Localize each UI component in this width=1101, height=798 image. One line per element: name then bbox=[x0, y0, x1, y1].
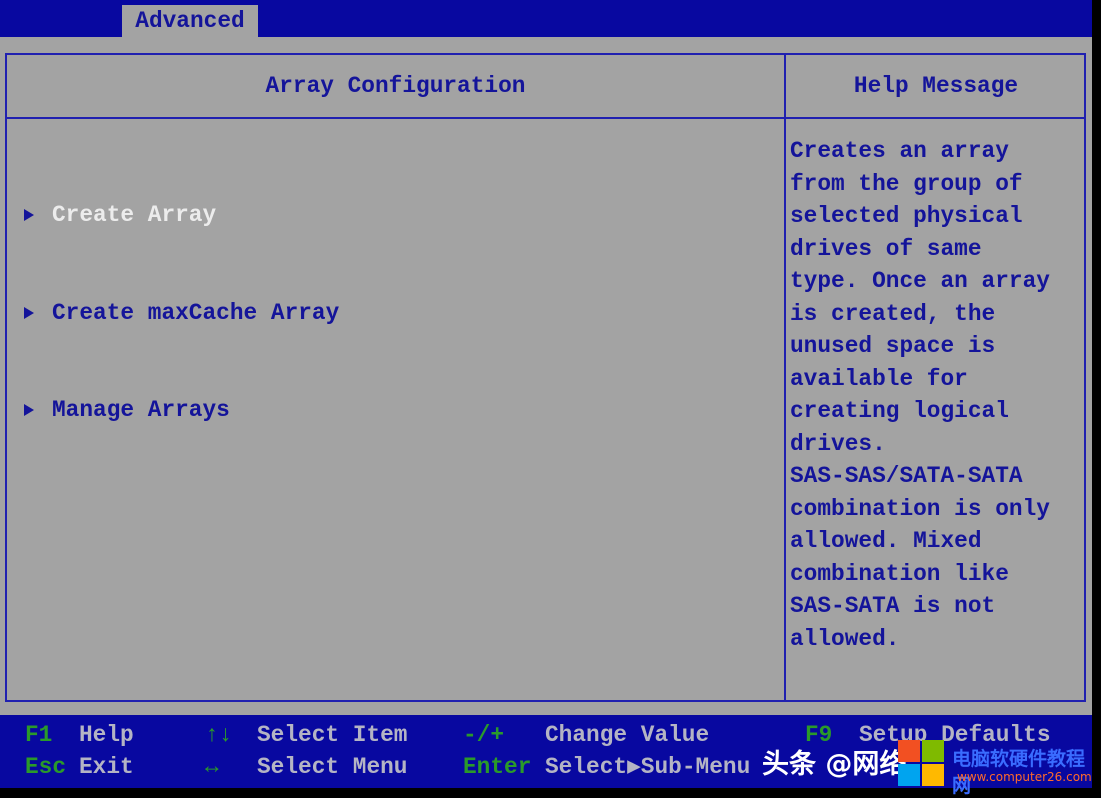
help-line: drives of same bbox=[790, 235, 982, 262]
shortcut-description: Select Menu bbox=[257, 754, 408, 780]
tab-advanced[interactable]: Advanced bbox=[122, 5, 258, 37]
help-line: type. Once an array bbox=[790, 268, 1050, 294]
shortcut-key: ↔ bbox=[205, 754, 219, 780]
logo-square-icon bbox=[898, 764, 920, 786]
shortcut-key: Esc bbox=[25, 754, 67, 780]
help-line: is created, the bbox=[790, 300, 996, 327]
help-line: from the group of bbox=[790, 170, 1023, 197]
watermark-logo: 头条 @网络 电脑软硬件教程网 www.computer26.com bbox=[762, 740, 1097, 797]
submenu-arrow-icon bbox=[24, 306, 34, 319]
menu-list: Create Array Create maxCache Array Manag… bbox=[24, 134, 339, 459]
help-line: SAS-SAS/SATA-SATA bbox=[790, 463, 1023, 489]
help-title: Help Message bbox=[853, 73, 1019, 99]
submenu-arrow-icon bbox=[24, 404, 34, 417]
help-line: unused space is bbox=[790, 333, 996, 359]
shortcut-key: ↑↓ bbox=[205, 722, 233, 748]
help-line: SAS-SATA is not bbox=[790, 593, 996, 619]
shortcut-key: F1 bbox=[25, 722, 53, 748]
shortcut-description: Change Value bbox=[545, 722, 710, 748]
help-line: allowed. Mixed bbox=[790, 528, 982, 554]
help-line: selected physical bbox=[790, 203, 1023, 229]
shortcut-description: Select▶Sub-Menu bbox=[545, 754, 751, 780]
help-message: Creates an array from the group of selecte… bbox=[790, 135, 1050, 655]
menu-item-create-maxcache-array[interactable]: Create maxCache Array bbox=[24, 297, 339, 330]
menu-item-create-array[interactable]: Create Array bbox=[24, 199, 339, 232]
menu-item-label: Manage Arrays bbox=[52, 397, 230, 423]
logo-square-icon bbox=[898, 740, 920, 762]
logo-square-icon bbox=[922, 740, 944, 762]
menu-item-manage-arrays[interactable]: Manage Arrays bbox=[24, 394, 339, 427]
submenu-arrow-icon bbox=[24, 209, 34, 222]
help-line: allowed. bbox=[790, 625, 900, 652]
page-title: Array Configuration bbox=[265, 73, 526, 99]
shortcut-key: -/+ bbox=[463, 722, 505, 748]
help-line: drives. bbox=[790, 430, 886, 457]
shortcut-description: Help bbox=[79, 722, 134, 748]
help-line: combination is only bbox=[790, 495, 1050, 522]
shortcut-key: Enter bbox=[463, 754, 532, 780]
menu-item-label: Create Array bbox=[52, 202, 217, 228]
help-line: creating logical bbox=[790, 398, 1009, 424]
logo-square-icon bbox=[922, 764, 944, 786]
shortcut-description: Select Item bbox=[257, 722, 408, 748]
help-line: Creates an array bbox=[790, 138, 1009, 164]
help-line: combination like bbox=[790, 560, 1009, 587]
header-divider bbox=[5, 117, 1086, 119]
help-line: available for bbox=[790, 365, 968, 392]
menu-item-label: Create maxCache Array bbox=[52, 299, 340, 326]
shortcut-description: Exit bbox=[79, 754, 134, 780]
panel-divider bbox=[784, 53, 786, 702]
